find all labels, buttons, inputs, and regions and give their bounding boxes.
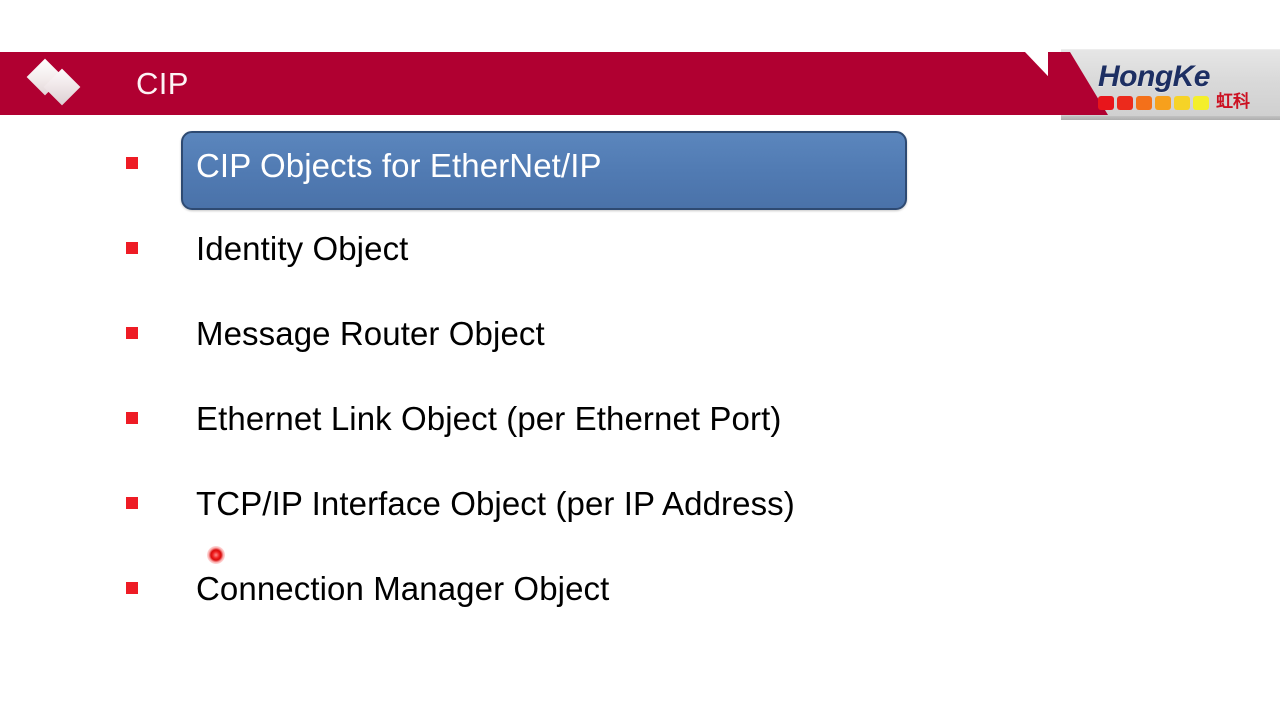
swatch-4 [1155, 96, 1171, 110]
brand-chinese-name: 虹科 [1216, 92, 1250, 112]
brand-wordmark: HongKe [1098, 60, 1211, 93]
brand-color-swatches [1098, 96, 1209, 110]
swatch-6 [1193, 96, 1209, 110]
bullet-marker-icon [126, 412, 138, 424]
bullet-label: TCP/IP Interface Object (per IP Address) [196, 485, 795, 522]
bullet-item-3: Message Router Object [0, 298, 1280, 383]
swatch-1 [1098, 96, 1114, 110]
bullet-label: CIP Objects for EtherNet/IP [196, 147, 602, 184]
bullet-item-2: Identity Object [0, 213, 1280, 298]
overlapping-diamonds-icon [26, 58, 90, 106]
bullet-label: Message Router Object [196, 315, 545, 352]
swatch-2 [1117, 96, 1133, 110]
bullet-item-6: Connection Manager Object [0, 553, 1280, 638]
bullet-marker-icon [126, 242, 138, 254]
swatch-3 [1136, 96, 1152, 110]
bullet-item-4: Ethernet Link Object (per Ethernet Port) [0, 383, 1280, 468]
bullet-item-5: TCP/IP Interface Object (per IP Address) [0, 468, 1280, 553]
bullet-marker-icon [126, 157, 138, 169]
bullet-label: Connection Manager Object [196, 570, 610, 607]
bullet-label: Ethernet Link Object (per Ethernet Port) [196, 400, 782, 437]
page-title: CIP [136, 66, 189, 101]
bullet-marker-icon [126, 497, 138, 509]
swatch-5 [1174, 96, 1190, 110]
bullet-item-1: CIP Objects for EtherNet/IP [0, 128, 1280, 213]
bullet-list: CIP Objects for EtherNet/IP Identity Obj… [0, 128, 1280, 638]
bullet-marker-icon [126, 582, 138, 594]
bullet-marker-icon [126, 327, 138, 339]
bullet-label: Identity Object [196, 230, 409, 267]
slide-canvas: CIP HongKe 虹科 CIP Objects for EtherNet/I… [0, 0, 1280, 720]
